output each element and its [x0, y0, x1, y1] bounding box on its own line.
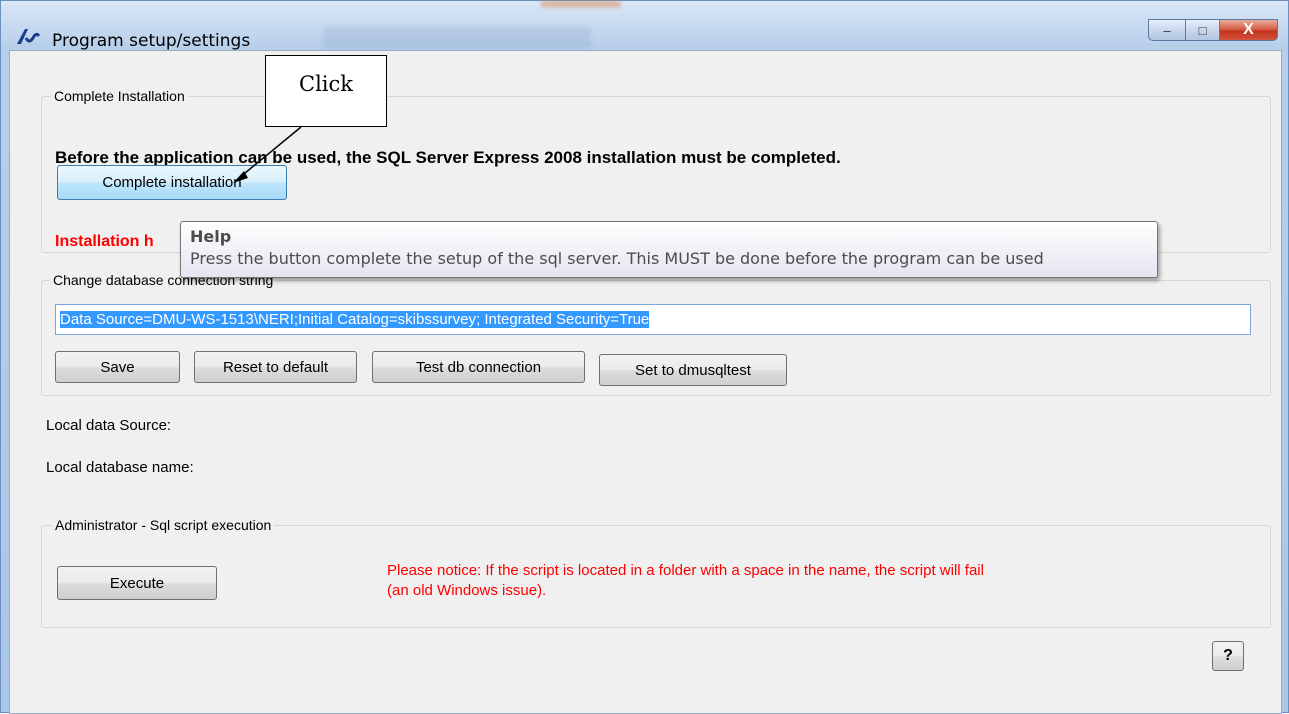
set-to-dmusqltest-button[interactable]: Set to dmusqltest [599, 354, 787, 386]
app-logo-icon [17, 29, 41, 44]
execute-button[interactable]: Execute [57, 566, 217, 600]
complete-installation-button[interactable]: Complete installation [57, 165, 287, 200]
notice-line-1: Please notice: If the script is located … [387, 562, 984, 579]
local-data-source-label: Local data Source: [46, 417, 172, 434]
help-tooltip: Help Press the button complete the setup… [180, 221, 1158, 278]
notice-line-2: (an old Windows issue). [387, 582, 547, 599]
maximize-button[interactable]: □ [1186, 19, 1220, 41]
minimize-icon: – [1163, 22, 1171, 38]
callout-label: Click [299, 72, 353, 96]
window-title: Program setup/settings [52, 31, 251, 51]
save-button[interactable]: Save [55, 351, 180, 383]
minimize-button[interactable]: – [1148, 19, 1186, 41]
close-button[interactable]: X [1220, 19, 1278, 41]
program-settings-window: Program setup/settings – □ X Complete In… [0, 0, 1289, 714]
administrator-sql-legend: Administrator - Sql script execution [52, 517, 275, 533]
installation-status-label: Installation h [55, 233, 154, 250]
connection-string-input[interactable]: Data Source=DMU-WS-1513\NERI;Initial Cat… [55, 304, 1251, 335]
title-bar[interactable]: Program setup/settings – □ X [1, 1, 1288, 51]
background-window-accent [541, 1, 621, 7]
close-icon: X [1243, 21, 1254, 38]
background-window-title [323, 27, 591, 49]
caption-buttons: – □ X [1148, 19, 1278, 49]
connection-string-value: Data Source=DMU-WS-1513\NERI;Initial Cat… [60, 311, 650, 328]
tooltip-title: Help [190, 227, 232, 246]
tooltip-body: Press the button complete the setup of t… [190, 249, 1044, 268]
reset-to-default-button[interactable]: Reset to default [194, 351, 357, 383]
click-callout: Click [265, 55, 387, 127]
test-db-connection-button[interactable]: Test db connection [372, 351, 585, 383]
complete-installation-legend: Complete Installation [51, 88, 188, 104]
local-database-name-label: Local database name: [46, 459, 194, 476]
script-space-notice: Please notice: If the script is located … [387, 561, 984, 601]
client-area: Complete Installation Before the applica… [9, 50, 1282, 714]
help-button[interactable]: ? [1212, 641, 1244, 671]
maximize-icon: □ [1198, 22, 1207, 38]
